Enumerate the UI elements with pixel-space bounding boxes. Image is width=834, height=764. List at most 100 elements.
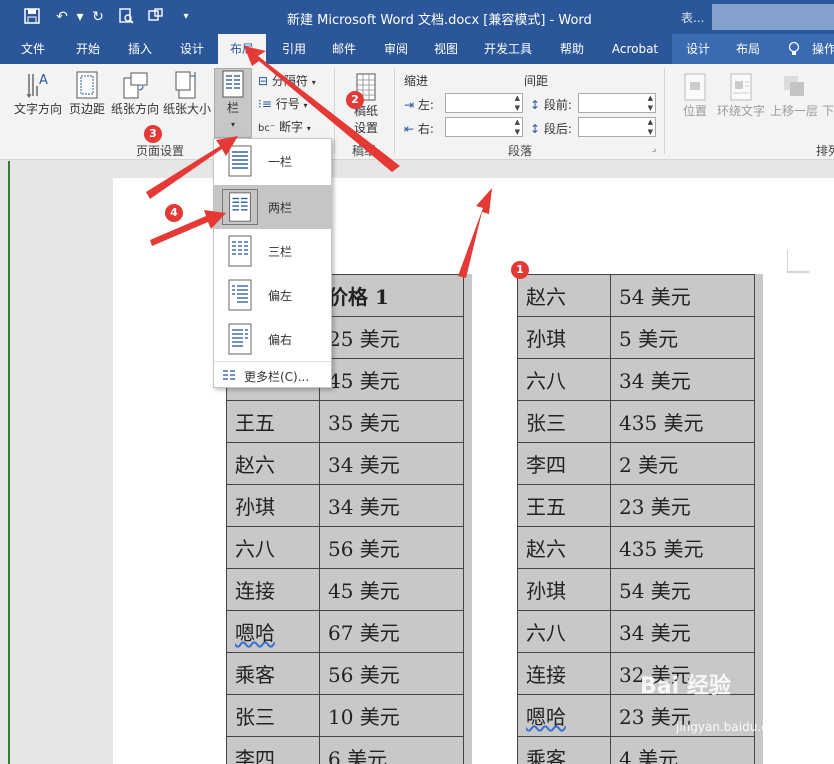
table-cell[interactable]: 孙琪: [226, 484, 320, 527]
indent-right-icon: ⇤: [404, 122, 415, 136]
customize-toolbar-icon[interactable]: ▾: [176, 8, 196, 26]
table-cell[interactable]: 54 美元: [610, 274, 755, 317]
table-cell[interactable]: 35 美元: [319, 400, 464, 443]
group-separator: [394, 68, 395, 154]
table-cell[interactable]: 嗯哈: [517, 694, 611, 737]
left-column-icon: [228, 279, 252, 311]
table-cell[interactable]: 435 美元: [610, 526, 755, 569]
table-cell[interactable]: 王五: [517, 484, 611, 527]
more-columns-label: 更多栏(C)...: [244, 370, 310, 384]
table-cell[interactable]: 连接: [517, 652, 611, 695]
table-cell[interactable]: 45 美元: [319, 568, 464, 611]
text-direction-button[interactable]: A 文字方向: [12, 70, 64, 117]
tab-tell-me[interactable]: 操作: [812, 34, 834, 64]
breaks-button[interactable]: ⊟ 分隔符 ▾: [258, 72, 316, 89]
table-cell[interactable]: 34 美元: [610, 610, 755, 653]
document-title: 新建 Microsoft Word 文档.docx [兼容模式] - Word: [287, 13, 592, 28]
tab-help[interactable]: 帮助: [550, 34, 594, 64]
menu-item-one-column[interactable]: 一栏: [214, 139, 331, 183]
table-cell[interactable]: 23 美元: [610, 484, 755, 527]
wrap-text-label: 环绕文字: [716, 104, 765, 118]
bring-forward-button[interactable]: 上移一层: [768, 72, 820, 119]
indent-right-input[interactable]: [445, 117, 523, 137]
menu-item-two-columns[interactable]: 两栏: [214, 185, 331, 229]
orientation-icon: [123, 72, 148, 99]
table-cell[interactable]: 54 美元: [610, 568, 755, 611]
dialog-launcher-icon[interactable]: ⌟: [652, 144, 656, 154]
tab-acrobat[interactable]: Acrobat: [604, 34, 666, 64]
tab-table-layout[interactable]: 布局: [728, 34, 768, 64]
undo-icon[interactable]: ↶: [52, 8, 72, 26]
tab-mailings[interactable]: 邮件: [322, 34, 366, 64]
position-button[interactable]: 位置: [678, 72, 712, 119]
table-cell[interactable]: 56 美元: [319, 652, 464, 695]
size-button[interactable]: 纸张大小: [162, 70, 212, 117]
table-row: 孙琪 5 美元: [517, 316, 755, 359]
table-cell[interactable]: 张三: [226, 694, 320, 737]
table-cell[interactable]: 嗯哈: [226, 610, 320, 653]
table-cell[interactable]: 10 美元: [319, 694, 464, 737]
tab-table-design[interactable]: 设计: [678, 34, 718, 64]
lightbulb-icon[interactable]: [786, 34, 802, 64]
table-cell[interactable]: 25 美元: [319, 316, 464, 359]
table-cell[interactable]: 王五: [226, 400, 320, 443]
line-numbers-dropdown-icon: ▾: [303, 101, 308, 110]
table-cell[interactable]: 4 美元: [610, 736, 755, 764]
tab-review[interactable]: 审阅: [374, 34, 418, 64]
spacing-before-input[interactable]: [578, 93, 656, 113]
tab-home[interactable]: 开始: [66, 34, 110, 64]
tab-references[interactable]: 引用: [272, 34, 316, 64]
table-cell[interactable]: 赵六: [226, 442, 320, 485]
tab-layout[interactable]: 布局: [218, 34, 266, 64]
table-cell[interactable]: 5 美元: [610, 316, 755, 359]
table-cell[interactable]: 六八: [226, 526, 320, 569]
table-cell[interactable]: 435 美元: [610, 400, 755, 443]
table-cell[interactable]: 乘客: [226, 652, 320, 695]
table-cell[interactable]: 孙琪: [517, 316, 611, 359]
wrap-text-button[interactable]: 环绕文字: [716, 72, 766, 119]
columns-button[interactable]: 栏 ▾: [214, 68, 252, 138]
table-cell[interactable]: 六八: [517, 610, 611, 653]
table-cell[interactable]: 李四: [226, 736, 320, 764]
menu-item-three-columns[interactable]: 三栏: [214, 229, 331, 273]
spacing-after-input[interactable]: [578, 117, 656, 137]
svg-text:A: A: [39, 73, 48, 88]
send-backward-button[interactable]: 下: [821, 102, 834, 119]
tab-developer[interactable]: 开发工具: [476, 34, 540, 64]
table-cell[interactable]: 赵六: [517, 274, 611, 317]
tab-view[interactable]: 视图: [424, 34, 468, 64]
table-cell[interactable]: 李四: [517, 442, 611, 485]
table-cell[interactable]: 34 美元: [319, 442, 464, 485]
table-cell[interactable]: 34 美元: [319, 484, 464, 527]
menu-item-right[interactable]: 偏右: [214, 317, 331, 361]
tab-design[interactable]: 设计: [170, 34, 214, 64]
table-cell[interactable]: 乘客: [517, 736, 611, 764]
undo-dropdown-icon[interactable]: ▾: [70, 8, 90, 26]
orientation-button[interactable]: 纸张方向: [110, 70, 160, 117]
table-cell[interactable]: 孙琪: [517, 568, 611, 611]
menu-item-left[interactable]: 偏左: [214, 273, 331, 317]
table-cell[interactable]: 赵六: [517, 526, 611, 569]
save-icon[interactable]: [22, 8, 42, 26]
table-cell[interactable]: 6 美元: [319, 736, 464, 764]
tab-insert[interactable]: 插入: [118, 34, 162, 64]
indent-left-input[interactable]: [445, 93, 523, 113]
table-cell[interactable]: 张三: [517, 400, 611, 443]
tab-file[interactable]: 文件: [10, 34, 56, 64]
table-cell[interactable]: 56 美元: [319, 526, 464, 569]
table-cell[interactable]: 连接: [226, 568, 320, 611]
hyphenation-button[interactable]: bc⁻ 断字 ▾: [258, 118, 311, 135]
touch-mode-icon[interactable]: [146, 8, 166, 26]
table-cell[interactable]: 六八: [517, 358, 611, 401]
wrap-text-icon: [730, 73, 752, 101]
table-cell[interactable]: 价格 1: [319, 274, 464, 317]
redo-icon[interactable]: ↻: [88, 8, 108, 26]
margins-button[interactable]: 页边距: [66, 70, 108, 117]
table-cell[interactable]: 67 美元: [319, 610, 464, 653]
table-cell[interactable]: 34 美元: [610, 358, 755, 401]
print-preview-icon[interactable]: [116, 8, 136, 26]
table-cell[interactable]: 45 美元: [319, 358, 464, 401]
more-columns-item[interactable]: 更多栏(C)...: [214, 361, 331, 387]
line-numbers-button[interactable]: ⁝≡ 行号 ▾: [258, 95, 308, 112]
table-cell[interactable]: 2 美元: [610, 442, 755, 485]
